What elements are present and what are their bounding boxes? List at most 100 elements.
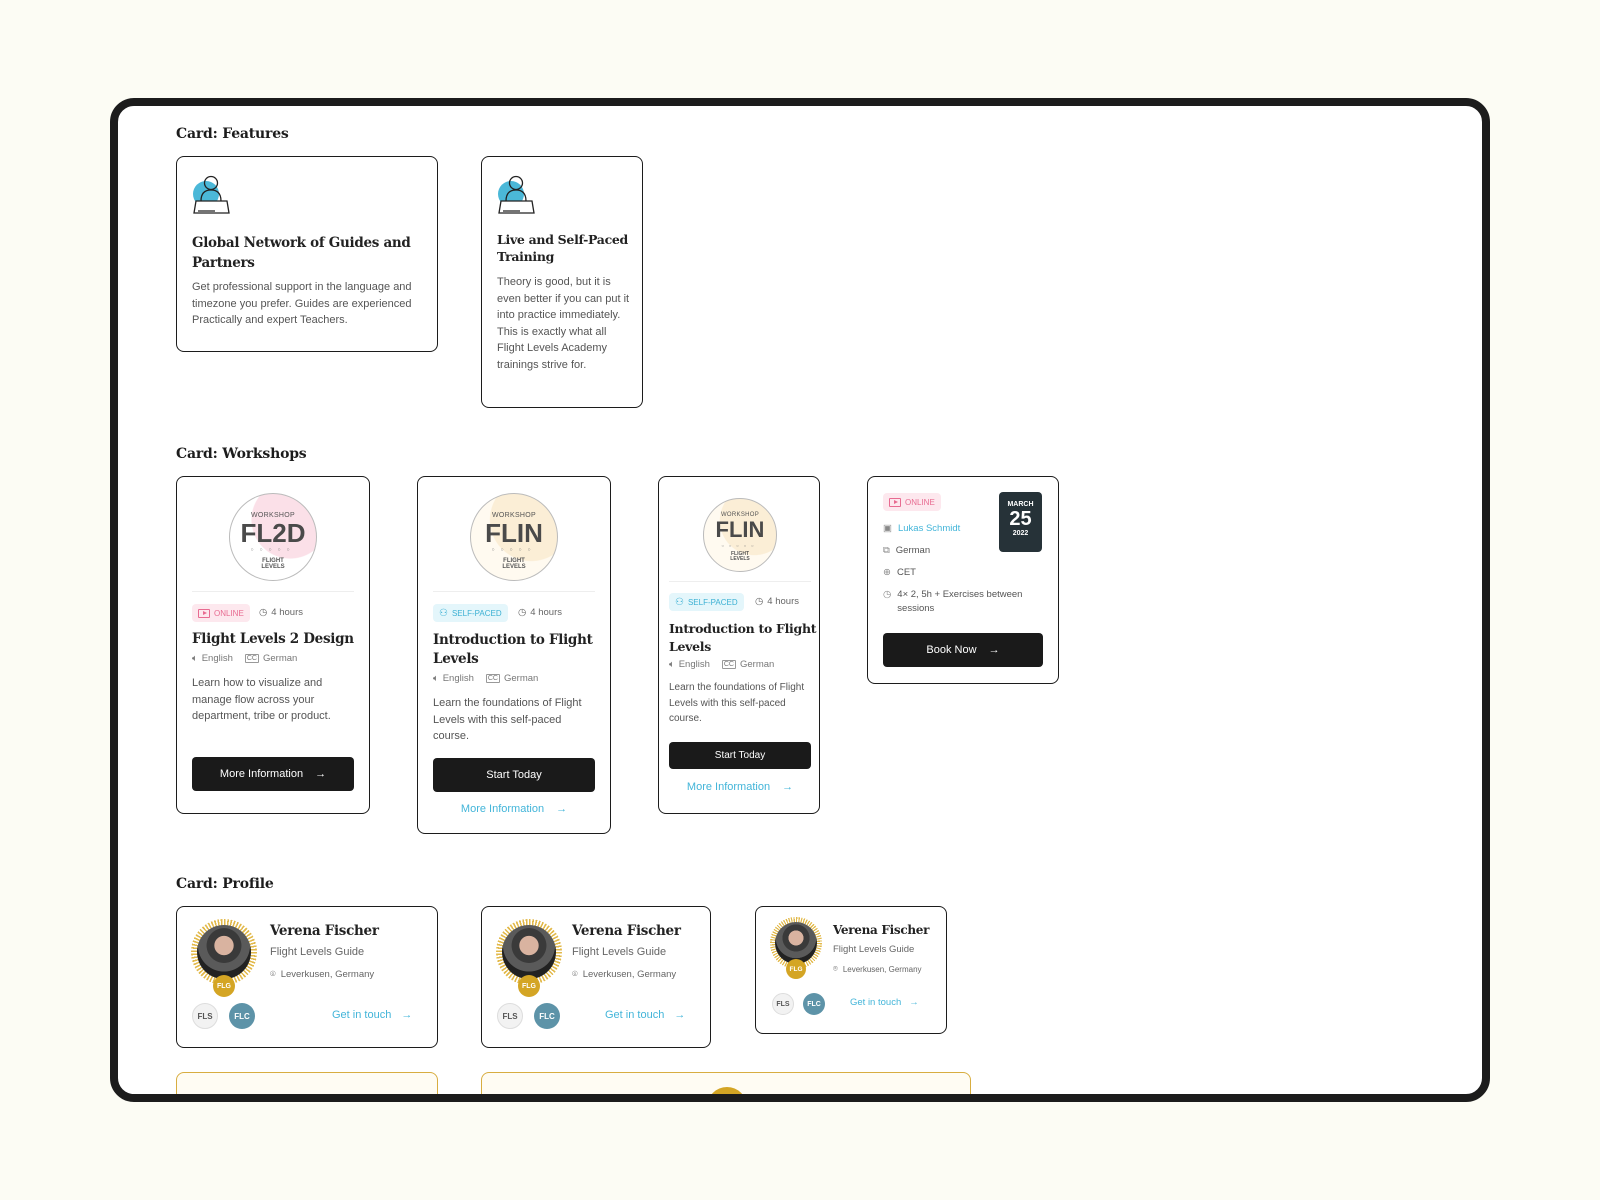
captions-icon: CC: [244, 654, 259, 663]
languages: 🔈︎ English CC German: [192, 653, 297, 664]
duration: ◷ 4 hours: [518, 607, 562, 618]
workshop-logo: WORKSHOP FLIN ○○○○○ FLIGHT LEVELS: [703, 498, 777, 572]
workshop-logo: WORKSHOP FL2D ○○○○○ FLIGHT LEVELS: [229, 493, 317, 581]
start-today-button[interactable]: Start Today: [669, 742, 811, 769]
arrow-right-icon: →: [401, 1009, 413, 1021]
workshop-card: WORKSHOP FL2D ○○○○○ FLIGHT LEVELS ONLINE…: [176, 476, 370, 814]
clock-icon: ◷: [883, 589, 892, 600]
language-label: German: [895, 545, 931, 556]
audio-language: 🔈︎ English: [433, 673, 474, 684]
globe-icon: ⊕: [883, 567, 891, 578]
flc-certificate-badge: FLC: [229, 1003, 255, 1029]
workshop-description: Learn the foundations of Flight Levels w…: [669, 682, 805, 724]
avatar-photo: [502, 925, 556, 979]
feature-title-line: Global Network of Guides and: [192, 235, 411, 251]
flg-badge: FLG: [518, 975, 540, 997]
link-label: More Information: [460, 803, 545, 815]
duration-label: 4 hours: [767, 596, 799, 607]
person-icon: ⚇: [675, 596, 684, 608]
person-icon: ⚇: [439, 607, 448, 619]
location-pin-icon: ⌾: [270, 969, 276, 980]
workshop-title-line: Introduction to Flight: [669, 621, 817, 636]
feature-title: Live and Self-Paced Training: [497, 231, 637, 265]
fls-certificate-badge: FLS: [192, 1003, 218, 1029]
arrow-right-icon: →: [988, 644, 1000, 656]
duration-label: 4 hours: [530, 607, 562, 618]
feature-description: Get professional support in the language…: [192, 281, 412, 326]
get-in-touch-link[interactable]: Get in touch →: [605, 1009, 685, 1021]
start-today-button[interactable]: Start Today: [433, 758, 595, 792]
schedule-label: 4× 2, 5h + Exercises between sessions: [897, 589, 1023, 614]
avatar-photo: [775, 922, 817, 964]
trainer-icon: ▣: [883, 523, 892, 534]
link-label: More Information: [686, 781, 771, 793]
logo-brand: LEVELS: [261, 564, 285, 570]
arrow-right-icon: →: [315, 768, 327, 780]
logo-code: FLIN: [485, 518, 543, 548]
subtitle-language: CC German: [244, 653, 297, 664]
more-information-link[interactable]: More Information →: [433, 801, 595, 817]
languages: 🔈︎ English CC German: [669, 659, 774, 670]
workshop-description: Learn how to visualize and manage flow a…: [192, 677, 331, 722]
audio-language: 🔈︎ English: [192, 653, 233, 664]
arrow-right-icon: →: [556, 803, 568, 815]
more-information-link[interactable]: More Information →: [669, 779, 811, 795]
book-now-button[interactable]: Book Now →: [883, 633, 1043, 667]
duration-label: 4 hours: [271, 607, 303, 618]
language-row: ⧉ German: [883, 544, 930, 558]
feature-card: Global Network of Guides and Partners Ge…: [176, 156, 438, 352]
flc-certificate-badge: FLC: [803, 993, 825, 1015]
button-label: Book Now: [926, 644, 977, 656]
event-date: MARCH 25 2022: [999, 492, 1042, 552]
feature-title-line: Training: [497, 249, 555, 264]
avatar: FLG: [191, 919, 257, 997]
fls-certificate-badge: FLS: [772, 993, 794, 1015]
device-frame: Card: Features Global Network of Guides …: [110, 98, 1490, 1102]
section-title-workshops: Card: Workshops: [176, 446, 307, 462]
button-label: More Information: [219, 768, 304, 780]
location-label: Leverkusen, Germany: [582, 969, 677, 980]
duration: ◷ 4 hours: [755, 596, 799, 607]
workshop-card: WORKSHOP FLIN ○○○○○ FLIGHT LEVELS ⚇ SELF…: [417, 476, 611, 834]
flc-certificate-badge: FLC: [534, 1003, 560, 1029]
profile-role: Flight Levels Guide: [270, 946, 365, 958]
divider: [669, 581, 811, 582]
language-label: English: [678, 659, 710, 670]
trainer-link[interactable]: Lukas Schmidt: [898, 522, 960, 536]
feature-title: Global Network of Guides and Partners: [192, 233, 432, 273]
date-day: 25: [1009, 508, 1032, 530]
avatar: [707, 1087, 747, 1094]
flg-badge: FLG: [213, 975, 235, 997]
clock-icon: ◷: [259, 607, 268, 618]
captions-icon: CC: [721, 660, 736, 669]
logo-code: FL2D: [240, 518, 306, 548]
get-in-touch-link[interactable]: Get in touch →: [332, 1009, 412, 1021]
link-label: Get in touch: [605, 1009, 665, 1021]
translate-icon: ⧉: [883, 545, 890, 556]
logo-dots: ○○○○○: [721, 543, 759, 548]
person-laptop-icon: [498, 175, 535, 214]
profile-role: Flight Levels Guide: [833, 944, 915, 955]
get-in-touch-link[interactable]: Get in touch →: [850, 997, 919, 1008]
self-paced-badge: ⚇ SELF-PACED: [669, 593, 744, 611]
profile-role: Flight Levels Guide: [572, 946, 667, 958]
more-information-button[interactable]: More Information →: [192, 757, 354, 791]
workshop-card: WORKSHOP FLIN ○○○○○ FLIGHT LEVELS ⚇ SELF…: [658, 476, 820, 814]
avatar: FLG: [770, 917, 822, 979]
flg-badge: FLG: [786, 959, 806, 979]
languages: 🔈︎ English CC German: [433, 673, 538, 684]
language-label: English: [201, 653, 233, 664]
clock-icon: ◷: [518, 607, 527, 618]
profile-name: Verena Fischer: [572, 923, 681, 939]
fls-certificate-badge: FLS: [497, 1003, 523, 1029]
feature-title-line: Live and Self-Paced: [497, 232, 629, 247]
profile-card: FLG Verena Fischer Flight Levels Guide ⌾…: [176, 906, 438, 1048]
feature-description: Theory is good, but it is even better if…: [497, 276, 630, 371]
logo-code: FLIN: [715, 517, 765, 542]
badge-label: ONLINE: [905, 497, 935, 507]
online-badge: ONLINE: [883, 493, 941, 511]
speaker-icon: 🔈︎: [192, 653, 198, 664]
language-label: German: [504, 673, 539, 684]
avatar: FLG: [496, 919, 562, 997]
section-title-features: Card: Features: [176, 126, 289, 142]
